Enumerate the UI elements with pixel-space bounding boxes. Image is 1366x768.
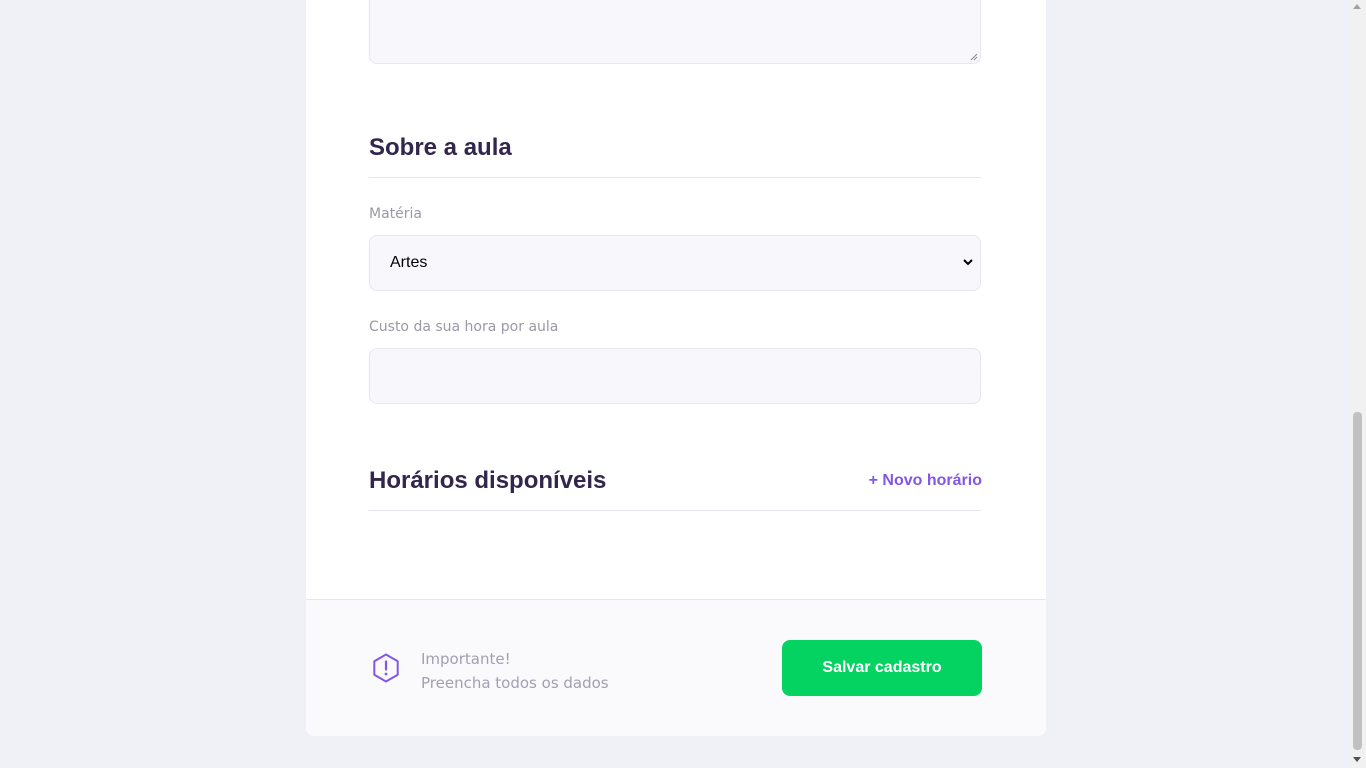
scroll-up-icon[interactable] (1353, 4, 1361, 9)
chevron-down-icon (963, 259, 973, 266)
biography-textarea[interactable] (369, 0, 981, 64)
cost-input[interactable] (369, 348, 981, 404)
notice: Importante! Preencha todos os dados (421, 647, 609, 695)
warning-hexagon-icon (373, 653, 399, 683)
save-button[interactable]: Salvar cadastro (782, 640, 982, 696)
form-footer: Importante! Preencha todos os dados Salv… (306, 599, 1046, 736)
section-title-schedules: Horários disponíveis (369, 467, 607, 494)
section-divider (369, 177, 981, 178)
section-title-about-class: Sobre a aula (369, 134, 512, 161)
new-schedule-button[interactable]: + Novo horário (869, 472, 982, 490)
subject-label: Matéria (369, 206, 422, 222)
scroll-down-icon[interactable] (1353, 757, 1361, 762)
subject-select[interactable]: Artes (369, 235, 981, 291)
page: Sobre a aula Matéria Artes Custo da sua … (0, 0, 1366, 768)
subject-select-value: Artes (390, 254, 428, 271)
cost-label: Custo da sua hora por aula (369, 319, 559, 335)
notice-title: Importante! (421, 650, 511, 668)
resize-grip-icon[interactable] (970, 53, 978, 61)
scrollbar-thumb[interactable] (1353, 412, 1362, 750)
vertical-scrollbar[interactable] (1349, 0, 1366, 768)
notice-text: Preencha todos os dados (421, 674, 609, 692)
section-divider (369, 510, 981, 511)
form-card: Sobre a aula Matéria Artes Custo da sua … (306, 0, 1046, 736)
